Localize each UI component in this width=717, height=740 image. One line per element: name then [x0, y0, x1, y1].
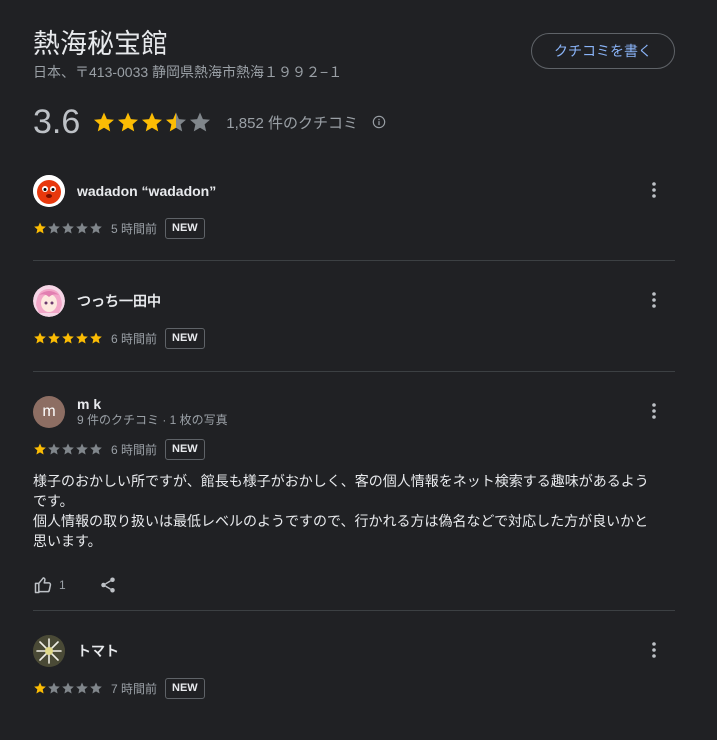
star-empty-icon [76, 222, 88, 234]
review-text-line: です。 [33, 493, 74, 509]
star-empty-icon [90, 222, 102, 234]
review-author[interactable]: つっち一田中 [77, 293, 161, 309]
flower-avatar-icon [33, 635, 65, 667]
star-empty-icon [48, 682, 60, 694]
star-empty-icon [90, 443, 102, 455]
avatar[interactable]: m [33, 396, 65, 428]
avatar-letter: m [42, 403, 56, 420]
review-item: つっち一田中 6 時間前 NEW [33, 284, 675, 349]
star-icon [118, 112, 139, 132]
review-author[interactable]: m k [77, 396, 228, 412]
star-icon [76, 332, 88, 344]
character-avatar-icon [33, 175, 65, 207]
review-time: 5 時間前 [111, 221, 158, 236]
star-empty-icon [62, 682, 74, 694]
share-icon[interactable] [99, 576, 117, 594]
new-badge: NEW [165, 677, 205, 699]
star-empty-icon [48, 222, 60, 234]
review-item: m m k 9 件のクチコミ · 1 枚の写真 6 時間前 NEW 様子のおかし… [33, 395, 675, 595]
star-icon [34, 682, 46, 694]
star-icon [48, 332, 60, 344]
review-item: wadadon “wadadon” 5 時間前 NEW [33, 174, 675, 239]
star-icon [142, 112, 163, 132]
review-author[interactable]: wadadon “wadadon” [77, 183, 216, 199]
more-options-icon[interactable] [651, 290, 657, 310]
new-badge: NEW [165, 327, 205, 349]
review-time: 6 時間前 [111, 442, 158, 457]
avatar[interactable] [33, 285, 65, 317]
review-count[interactable]: 1,852 件のクチコミ [226, 112, 358, 133]
star-empty-icon [76, 443, 88, 455]
review-text-line: 思います。 [33, 533, 102, 549]
new-badge: NEW [165, 438, 205, 460]
review-text-line: 様子のおかしい所ですが、館長も様子がおかしく、客の個人情報をネット検索する趣味が… [33, 473, 649, 489]
star-empty-icon [62, 222, 74, 234]
review-stars [33, 331, 103, 345]
divider [33, 371, 675, 372]
review-item: トマト 7 時間前 NEW [33, 634, 675, 699]
review-time: 7 時間前 [111, 681, 158, 696]
star-icon [34, 332, 46, 344]
review-time: 6 時間前 [111, 331, 158, 346]
review-text: 様子のおかしい所ですが、館長も様子がおかしく、客の個人情報をネット検索する趣味が… [33, 471, 658, 551]
star-empty-icon [190, 112, 211, 132]
star-icon [94, 112, 115, 132]
star-icon [90, 332, 102, 344]
new-badge: NEW [165, 217, 205, 239]
star-half-icon [166, 112, 187, 132]
write-review-button[interactable]: クチコミを書く [531, 33, 675, 69]
more-options-icon[interactable] [651, 180, 657, 200]
review-text-line: 個人情報の取り扱いは最低レベルのようですので、行かれる方は偽名などで対応した方が… [33, 513, 649, 529]
info-icon[interactable] [372, 115, 386, 129]
review-author[interactable]: トマト [77, 643, 119, 659]
avatar[interactable] [33, 175, 65, 207]
star-empty-icon [76, 682, 88, 694]
star-empty-icon [48, 443, 60, 455]
more-options-icon[interactable] [651, 640, 657, 660]
anime-avatar-icon [33, 285, 65, 317]
place-header: 熱海秘宝館 日本、〒413-0033 静岡県熱海市熱海１９９２−１ クチコミを書… [33, 28, 675, 81]
rating-summary: 3.6 1,852 件のクチコミ [33, 102, 386, 142]
average-score: 3.6 [33, 103, 81, 141]
star-empty-icon [62, 443, 74, 455]
avatar[interactable] [33, 635, 65, 667]
star-icon [34, 222, 46, 234]
author-meta[interactable]: 9 件のクチコミ · 1 枚の写真 [77, 412, 228, 428]
more-options-icon[interactable] [651, 401, 657, 421]
review-stars [33, 221, 103, 235]
thumbs-up-icon[interactable] [33, 575, 53, 595]
average-stars [92, 110, 212, 134]
star-icon [34, 443, 46, 455]
like-count: 1 [59, 578, 66, 592]
star-icon [62, 332, 74, 344]
review-stars [33, 681, 103, 695]
review-stars [33, 442, 103, 456]
divider [33, 610, 675, 611]
divider [33, 260, 675, 261]
star-empty-icon [90, 682, 102, 694]
